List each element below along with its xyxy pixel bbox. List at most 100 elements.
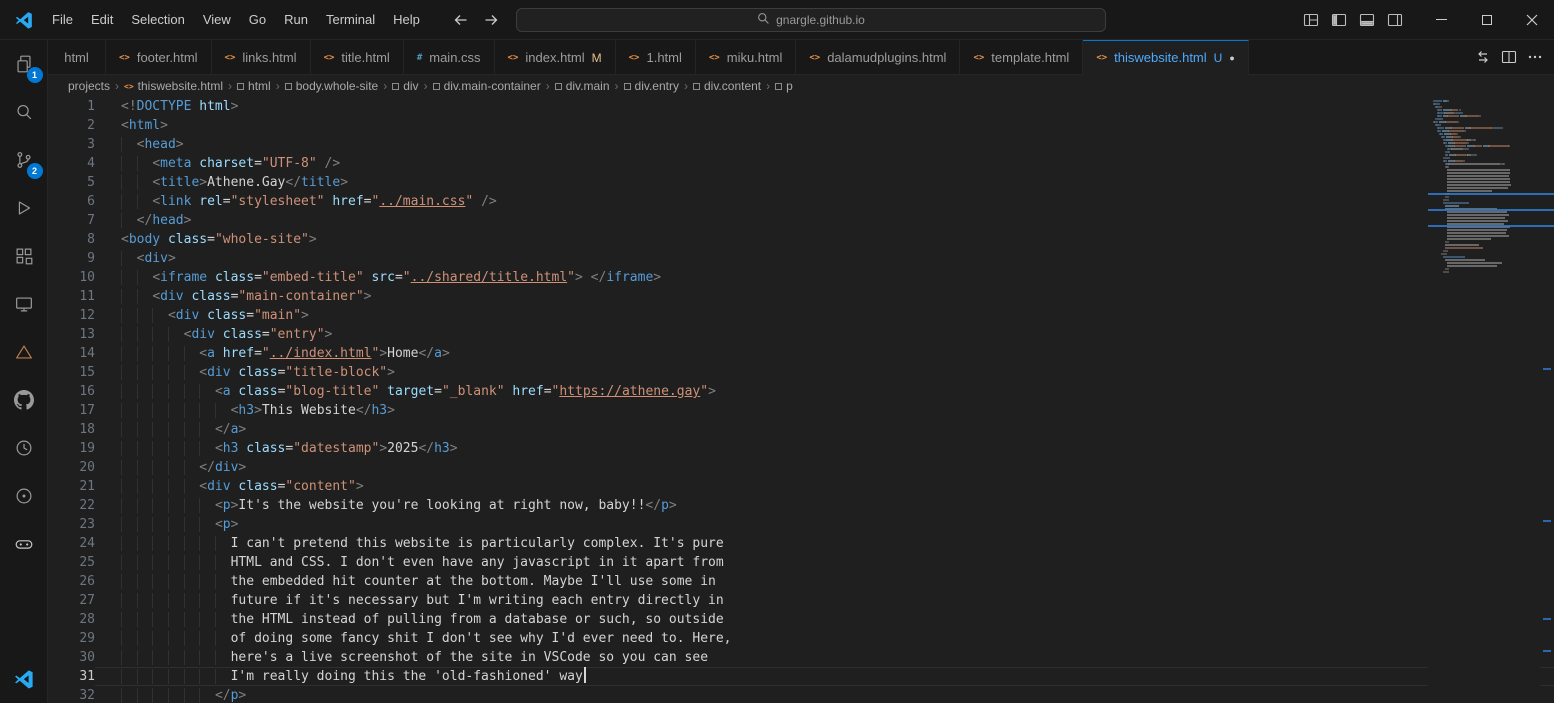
- line-number[interactable]: 10: [48, 268, 95, 287]
- breadcrumb-item-p[interactable]: p: [775, 79, 793, 93]
- line-number[interactable]: 21: [48, 477, 95, 496]
- line-number[interactable]: 28: [48, 610, 95, 629]
- tab-html[interactable]: html: [48, 40, 106, 75]
- tab-footer.html[interactable]: <>footer.html: [106, 40, 212, 75]
- code-line[interactable]: 12 <div class="main">: [48, 306, 1554, 325]
- code-editor[interactable]: 1<!DOCTYPE html>2<html>3 <head>4 <meta c…: [48, 97, 1554, 703]
- code-line[interactable]: 2<html>: [48, 116, 1554, 135]
- tab-dalamudplugins.html[interactable]: <>dalamudplugins.html: [796, 40, 960, 75]
- toggle-secondary-sidebar-icon[interactable]: [1381, 7, 1409, 33]
- tab-thiswebsite.html[interactable]: <>thiswebsite.htmlU●: [1083, 40, 1248, 75]
- line-number[interactable]: 8: [48, 230, 95, 249]
- code-line[interactable]: 1<!DOCTYPE html>: [48, 97, 1554, 116]
- line-number[interactable]: 29: [48, 629, 95, 648]
- code-line[interactable]: 21 <div class="content">: [48, 477, 1554, 496]
- code-lines[interactable]: 1<!DOCTYPE html>2<html>3 <head>4 <meta c…: [48, 97, 1554, 703]
- forward-arrow-icon[interactable]: [478, 7, 504, 33]
- line-number[interactable]: 6: [48, 192, 95, 211]
- code-line[interactable]: 6 <link rel="stylesheet" href="../main.c…: [48, 192, 1554, 211]
- code-line[interactable]: 4 <meta charset="UTF-8" />: [48, 154, 1554, 173]
- activity-source-control-button[interactable]: 2: [0, 136, 48, 184]
- line-number[interactable]: 7: [48, 211, 95, 230]
- code-line[interactable]: 24 I can't pretend this website is parti…: [48, 534, 1554, 553]
- breadcrumb-item-div.entry[interactable]: div.entry: [624, 79, 679, 93]
- toggle-panel-icon[interactable]: [1353, 7, 1381, 33]
- activity-gamepad-extension-button[interactable]: [0, 520, 48, 568]
- code-line[interactable]: 22 <p>It's the website you're looking at…: [48, 496, 1554, 515]
- code-line[interactable]: 17 <h3>This Website</h3>: [48, 401, 1554, 420]
- code-line[interactable]: 25 HTML and CSS. I don't even have any j…: [48, 553, 1554, 572]
- split-editor-icon[interactable]: [1496, 44, 1522, 70]
- menu-item-terminal[interactable]: Terminal: [317, 7, 384, 33]
- code-line[interactable]: 16 <a class="blog-title" target="_blank"…: [48, 382, 1554, 401]
- breadcrumb-item-div[interactable]: div: [392, 79, 418, 93]
- activity-bottom-logo-button[interactable]: [0, 655, 48, 703]
- more-actions-icon[interactable]: [1522, 44, 1548, 70]
- toggle-sidebar-icon[interactable]: [1325, 7, 1353, 33]
- line-number[interactable]: 19: [48, 439, 95, 458]
- tab-main.css[interactable]: #main.css: [404, 40, 495, 75]
- breadcrumb-item-body.whole-site[interactable]: body.whole-site: [285, 79, 379, 93]
- code-line[interactable]: 7 </head>: [48, 211, 1554, 230]
- code-line[interactable]: 26 the embedded hit counter at the botto…: [48, 572, 1554, 591]
- line-number[interactable]: 5: [48, 173, 95, 192]
- open-changes-icon[interactable]: [1470, 44, 1496, 70]
- line-number[interactable]: 3: [48, 135, 95, 154]
- line-number[interactable]: 25: [48, 553, 95, 572]
- code-line[interactable]: 13 <div class="entry">: [48, 325, 1554, 344]
- line-number[interactable]: 26: [48, 572, 95, 591]
- line-number[interactable]: 31: [48, 667, 95, 686]
- code-line[interactable]: 10 <iframe class="embed-title" src="../s…: [48, 268, 1554, 287]
- line-number[interactable]: 24: [48, 534, 95, 553]
- menu-item-go[interactable]: Go: [240, 7, 275, 33]
- breadcrumb-item-html[interactable]: html: [237, 79, 271, 93]
- breadcrumb-item-projects[interactable]: projects: [68, 79, 110, 93]
- code-line[interactable]: 27 future if it's necessary but I'm writ…: [48, 591, 1554, 610]
- customize-layout-icon[interactable]: [1297, 7, 1325, 33]
- line-number[interactable]: 15: [48, 363, 95, 382]
- line-number[interactable]: 14: [48, 344, 95, 363]
- tab-template.html[interactable]: <>template.html: [960, 40, 1083, 75]
- line-number[interactable]: 16: [48, 382, 95, 401]
- line-number[interactable]: 12: [48, 306, 95, 325]
- overview-ruler[interactable]: [1540, 97, 1554, 703]
- code-line[interactable]: 14 <a href="../index.html">Home</a>: [48, 344, 1554, 363]
- code-line[interactable]: 3 <head>: [48, 135, 1554, 154]
- tab-links.html[interactable]: <>links.html: [212, 40, 311, 75]
- line-number[interactable]: 2: [48, 116, 95, 135]
- line-number[interactable]: 32: [48, 686, 95, 703]
- maximize-button[interactable]: [1464, 0, 1509, 40]
- line-number[interactable]: 20: [48, 458, 95, 477]
- line-number[interactable]: 13: [48, 325, 95, 344]
- menu-item-selection[interactable]: Selection: [122, 7, 193, 33]
- line-number[interactable]: 17: [48, 401, 95, 420]
- code-line[interactable]: 15 <div class="title-block">: [48, 363, 1554, 382]
- code-line[interactable]: 18 </a>: [48, 420, 1554, 439]
- breadcrumb-item-div.content[interactable]: div.content: [693, 79, 761, 93]
- line-number[interactable]: 23: [48, 515, 95, 534]
- line-number[interactable]: 27: [48, 591, 95, 610]
- line-number[interactable]: 22: [48, 496, 95, 515]
- breadcrumb-item-div.main[interactable]: div.main: [555, 79, 610, 93]
- code-line[interactable]: 31 I'm really doing this the 'old-fashio…: [48, 667, 1554, 686]
- code-line[interactable]: 20 </div>: [48, 458, 1554, 477]
- menu-item-run[interactable]: Run: [275, 7, 317, 33]
- activity-run-debug-button[interactable]: [0, 184, 48, 232]
- menu-item-help[interactable]: Help: [384, 7, 429, 33]
- code-line[interactable]: 30 here's a live screenshot of the site …: [48, 648, 1554, 667]
- activity-search-button[interactable]: [0, 88, 48, 136]
- activity-live-share-button[interactable]: [0, 472, 48, 520]
- line-number[interactable]: 11: [48, 287, 95, 306]
- tab-index.html[interactable]: <>index.htmlM: [495, 40, 616, 75]
- code-line[interactable]: 5 <title>Athene.Gay</title>: [48, 173, 1554, 192]
- code-line[interactable]: 23 <p>: [48, 515, 1554, 534]
- line-number[interactable]: 1: [48, 97, 95, 116]
- tab-title.html[interactable]: <>title.html: [311, 40, 404, 75]
- activity-triangle-extension-button[interactable]: [0, 328, 48, 376]
- tab-miku.html[interactable]: <>miku.html: [696, 40, 796, 75]
- line-number[interactable]: 18: [48, 420, 95, 439]
- code-line[interactable]: 19 <h3 class="datestamp">2025</h3>: [48, 439, 1554, 458]
- breadcrumb-item-div.main-container[interactable]: div.main-container: [433, 79, 541, 93]
- back-arrow-icon[interactable]: [448, 7, 474, 33]
- code-line[interactable]: 8<body class="whole-site">: [48, 230, 1554, 249]
